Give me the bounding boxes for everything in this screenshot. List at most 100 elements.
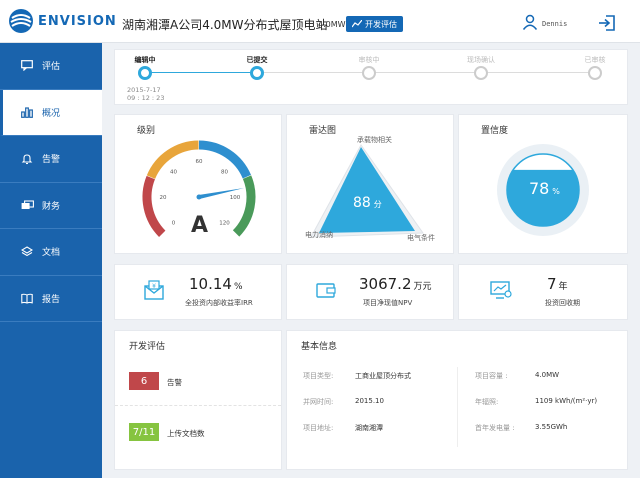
- gauge-tick-label: 80: [221, 170, 228, 176]
- divider: [457, 367, 458, 447]
- step-label: 已审核: [584, 56, 606, 64]
- radar-score-value: 88: [353, 195, 371, 211]
- sidebar-item-evaluation[interactable]: 评估: [0, 43, 102, 90]
- step-dot: [250, 66, 264, 80]
- progress-line-done: [145, 72, 259, 73]
- kpi-card-npv: 3067.2 万元 项目净现值NPV: [286, 264, 454, 320]
- step-time: 09 : 12 : 23: [127, 94, 165, 102]
- step-dot: [138, 66, 152, 80]
- kpi-label: 项目净现值NPV: [363, 299, 413, 307]
- sidebar-item-alarms[interactable]: 告警: [0, 136, 102, 183]
- envelope-money-icon: ¥: [144, 280, 164, 300]
- confidence-value-wrap: 78 %: [529, 179, 560, 198]
- kpi-value: 7: [547, 275, 557, 293]
- gauge-tick-label: 120: [219, 220, 230, 226]
- bar-chart-icon: [20, 105, 34, 119]
- gauge-segment-green: [232, 175, 256, 237]
- confidence-unit: %: [552, 187, 560, 196]
- progress-line-pending: [259, 72, 595, 73]
- step-dot: [362, 66, 376, 80]
- monitor-chart-icon: [490, 281, 512, 299]
- rating-card: 级别 0 20 40 60 80 100 120 A: [114, 114, 282, 254]
- dev-eval-card: 开发评估 6 告警 7/11 上传文档数: [114, 330, 282, 470]
- step-label: 现场确认: [467, 56, 495, 64]
- info-value: 4.0MW: [535, 371, 560, 379]
- rating-grade: A: [191, 213, 209, 238]
- basic-info-title: 基本信息: [301, 342, 338, 352]
- page-title: 湖南湘潭A公司4.0MW分布式屋顶电站: [122, 18, 328, 32]
- docs-count-label: 上传文档数: [167, 429, 205, 438]
- dev-eval-title: 开发评估: [129, 342, 166, 352]
- sidebar-item-overview[interactable]: 概况: [0, 89, 102, 136]
- progress-stepper: 编辑中 已提交 审核中 现场确认 已审核 2015-7-17 09 : 12 :…: [114, 49, 628, 105]
- radar-axis-right: 电气条件: [407, 234, 435, 242]
- kpi-card-payback: 7年 投资回收期: [458, 264, 628, 320]
- gauge-tick-label: 40: [170, 170, 177, 176]
- logout-icon[interactable]: [598, 14, 616, 32]
- sidebar-item-label: 评估: [42, 62, 61, 73]
- dev-eval-button[interactable]: 开发评估: [346, 16, 403, 32]
- info-value: 1109 kWh/(m²·yr): [535, 397, 598, 405]
- user-name[interactable]: Dennis: [542, 20, 567, 28]
- info-key: 年辐照:: [475, 398, 499, 406]
- sidebar-item-reports[interactable]: 报告: [0, 276, 102, 322]
- step-label: 审核中: [358, 56, 380, 64]
- basic-info-card: 基本信息 项目类型: 工商业屋顶分布式 并网时间: 2015.10 项目地址: …: [286, 330, 628, 470]
- step-timestamp: 2015-7-17 09 : 12 : 23: [127, 86, 164, 102]
- sidebar: 评估 概况 告警 财务 文档 报告: [0, 43, 102, 478]
- confidence-value: 78: [529, 179, 550, 198]
- kpi-unit: %: [233, 282, 243, 292]
- brand-name: ENVISION: [38, 13, 117, 29]
- capacity-label: 4.0MW: [318, 20, 346, 29]
- radar-score: 88 分: [353, 195, 382, 211]
- top-bar: ENVISION 湖南湘潭A公司4.0MW分布式屋顶电站 4.0MW 开发评估 …: [0, 0, 640, 43]
- sidebar-item-label: 报告: [42, 294, 61, 305]
- info-value: 工商业屋顶分布式: [355, 372, 411, 380]
- info-key: 项目类型:: [303, 372, 334, 380]
- radar-axis-top: 承载物相关: [357, 136, 392, 144]
- gauge-tick-label: 60: [196, 159, 203, 165]
- main-content: 编辑中 已提交 审核中 现场确认 已审核 2015-7-17 09 : 12 :…: [102, 43, 640, 478]
- book-icon: [20, 291, 34, 305]
- docs-count-badge[interactable]: 7/11: [129, 423, 159, 441]
- kpi-card-irr: ¥ 10.14% 全投资内部收益率IRR: [114, 264, 282, 320]
- sidebar-item-finance[interactable]: 财务: [0, 183, 102, 229]
- wallet-icon: [316, 283, 336, 298]
- radar-axis-left: 电力消纳: [305, 231, 333, 239]
- step-date: 2015-7-17: [127, 86, 161, 94]
- step-dot: [474, 66, 488, 80]
- gauge-segment-red: [142, 175, 166, 237]
- money-icon: [20, 198, 34, 212]
- step-label: 已提交: [246, 56, 268, 64]
- gauge-hub: [196, 194, 202, 200]
- chat-icon: [20, 59, 34, 73]
- gauge-tick-label: 20: [160, 195, 167, 201]
- radar-area: [319, 147, 415, 233]
- kpi-label: 投资回收期: [545, 299, 580, 307]
- kpi-value-wrap: 10.14%: [189, 275, 243, 293]
- info-value: 3.55GWh: [535, 423, 568, 431]
- layers-icon: [20, 245, 34, 259]
- gauge-tick-label: 100: [230, 195, 241, 201]
- sidebar-item-label: 概况: [42, 108, 61, 119]
- sidebar-item-documents[interactable]: 文档: [0, 229, 102, 276]
- divider: [115, 405, 281, 406]
- radar-card: 雷达图 承载物相关 电力消纳 电气条件 88 分: [286, 114, 454, 254]
- kpi-label: 全投资内部收益率IRR: [185, 299, 253, 307]
- info-value: 2015.10: [355, 397, 384, 405]
- logo[interactable]: ENVISION: [8, 8, 117, 34]
- info-value: 湖南湘潭: [355, 424, 383, 432]
- kpi-value-wrap: 7年: [547, 275, 568, 293]
- alarm-count-badge[interactable]: 6: [129, 372, 159, 390]
- sidebar-item-label: 告警: [42, 155, 61, 166]
- info-key: 项目地址:: [303, 424, 334, 432]
- svg-text:¥: ¥: [152, 283, 156, 290]
- kpi-value: 10.14: [189, 275, 232, 293]
- kpi-unit: 年: [558, 282, 568, 292]
- trend-icon: [352, 20, 362, 28]
- sidebar-item-label: 财务: [42, 201, 61, 212]
- gauge-tick-label: 0: [172, 220, 176, 226]
- kpi-unit: 万元: [413, 282, 432, 292]
- info-key: 项目容量 :: [475, 372, 508, 380]
- user-icon[interactable]: [522, 14, 538, 30]
